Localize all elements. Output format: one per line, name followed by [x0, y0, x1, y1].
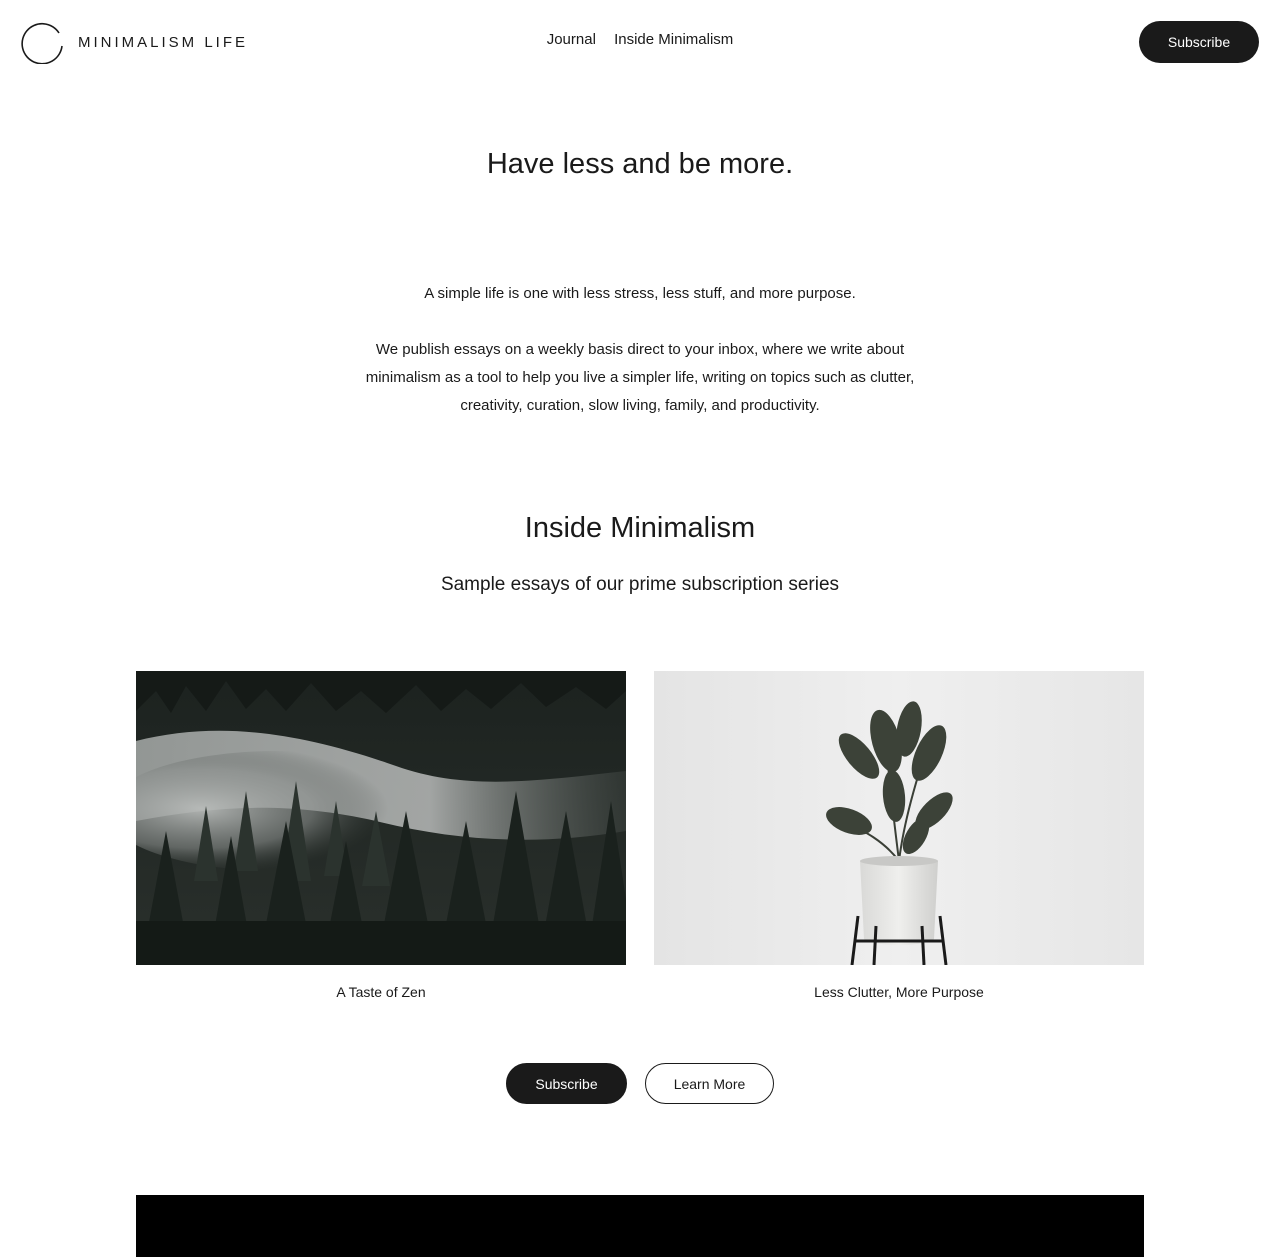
cta-buttons: Subscribe Learn More — [0, 1063, 1280, 1104]
hero-title: Have less and be more. — [486, 148, 794, 180]
nav-link-inside-minimalism[interactable]: Inside Minimalism — [614, 31, 733, 48]
section-subtitle: Sample essays of our prime subscription … — [440, 574, 840, 595]
site-header: MINIMALISM LIFE Journal Inside Minimalis… — [0, 0, 1280, 84]
subscribe-button[interactable]: Subscribe — [506, 1063, 627, 1104]
dark-banner-section — [136, 1195, 1144, 1257]
misty-forest-image — [136, 671, 626, 965]
potted-plant-image — [654, 671, 1144, 965]
nav-link-journal[interactable]: Journal — [547, 31, 596, 48]
header-subscribe-button[interactable]: Subscribe — [1139, 21, 1259, 63]
essay-card-zen[interactable]: A Taste of Zen — [136, 671, 626, 1000]
intro-paragraph-2: We publish essays on a weekly basis dire… — [365, 341, 915, 414]
card-caption[interactable]: Less Clutter, More Purpose — [654, 984, 1144, 1000]
learn-more-button[interactable]: Learn More — [645, 1063, 774, 1104]
section-title: Inside Minimalism — [524, 512, 756, 544]
main-nav: Journal Inside Minimalism — [0, 31, 1280, 48]
essay-card-clutter[interactable]: Less Clutter, More Purpose — [654, 671, 1144, 1000]
card-caption[interactable]: A Taste of Zen — [136, 984, 626, 1000]
intro-text: A simple life is one with less stress, l… — [360, 280, 920, 420]
intro-paragraph-1: A simple life is one with less stress, l… — [424, 285, 856, 302]
